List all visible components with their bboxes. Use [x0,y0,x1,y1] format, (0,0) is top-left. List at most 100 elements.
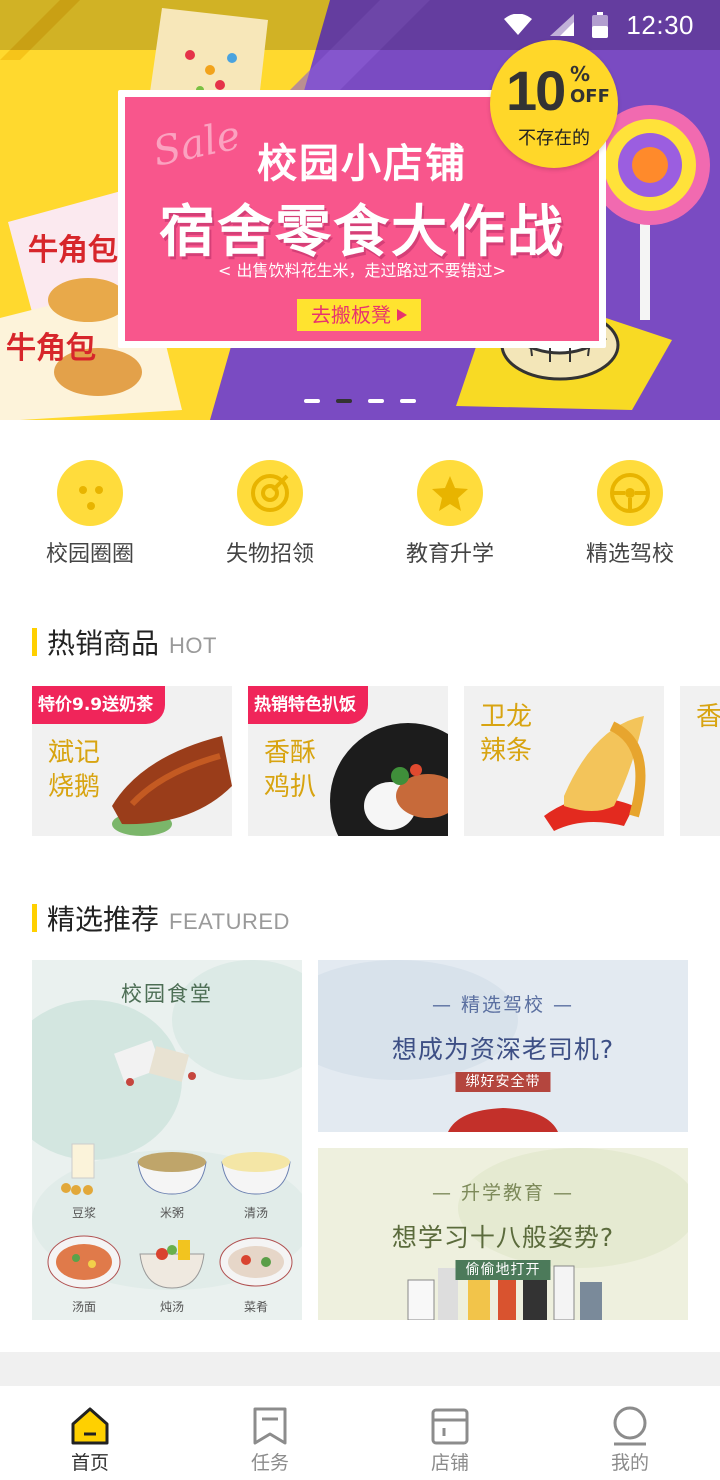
food-item: 清汤 [216,1138,296,1221]
quick-nav-label: 精选驾校 [585,542,674,567]
food-item: 豆浆 [44,1138,124,1221]
promo-cta-label: 去搬板凳 [311,303,391,327]
discount-percent: % [570,62,591,86]
carousel-indicator[interactable] [304,399,416,403]
quick-nav-campus-circle[interactable]: 校园圈圈 [20,460,160,568]
tab-label: 我的 [610,1452,649,1474]
tab-label: 首页 [70,1452,109,1474]
food-label: 汤面 [71,1300,96,1314]
promo-tag: 热销特色扒饭 [248,686,368,724]
food-label: 豆浆 [71,1206,96,1220]
education-star-icon [417,460,483,526]
card-title: 想成为资深老司机? [391,1035,615,1064]
quick-nav-driving-school[interactable]: 精选驾校 [560,460,700,568]
hot-product-card[interactable]: 热销特色扒饭 香酥鸡扒 [248,686,448,836]
card-kicker: — 升学教育 — [431,1182,575,1204]
food-label: 清汤 [243,1206,268,1220]
tab-label: 店铺 [430,1452,469,1474]
featured-section-subtitle: FEATURED [169,909,290,934]
lost-found-icon [237,460,303,526]
bottom-divider [0,1352,720,1386]
roast-goose-image [112,736,232,836]
carousel-dot[interactable] [400,399,416,403]
product-name: 斌记烧鹅 [48,738,101,802]
home-icon [71,1407,109,1445]
hot-product-card[interactable]: 特价9.9送奶茶 斌记烧鹅 [32,686,232,836]
hot-section-subtitle: HOT [169,633,217,658]
promo-banner[interactable]: 牛角包 牛角包 12:30 Sale 校园小店铺 宿舍零食大作战 < 出售饮料花… [0,0,720,420]
food-label: 炖汤 [159,1300,184,1314]
promo-subtitle: < 出售饮料花生米，走过路过不要错过> [218,261,506,280]
tab-label: 任务 [250,1452,289,1474]
campus-circle-icon [57,460,123,526]
canteen-card[interactable]: 校园食堂 豆浆 米粥 清汤 汤面 炖汤 菜肴 [32,960,302,1320]
hot-section-title: 热销商品 [47,627,160,660]
bookmark-icon [253,1407,287,1445]
carousel-dot[interactable] [304,399,320,403]
quick-nav-label: 校园圈圈 [45,542,134,567]
play-arrow-icon [397,309,407,321]
discount-number: 10 [506,59,566,122]
clear-soup-image [221,1152,291,1195]
hot-product-card[interactable]: 卫龙辣条 [464,686,664,836]
food-item: 汤面 [44,1232,124,1315]
signal-icon [550,14,575,36]
food-item: 菜肴 [216,1232,296,1315]
card-action-button[interactable]: 偷偷地打开 [455,1260,551,1280]
stew-soup-image [139,1240,205,1289]
quick-nav-label: 失物招领 [225,542,314,567]
food-item: 米粥 [132,1138,212,1221]
featured-section-header: 精选推荐 FEATURED [32,898,290,938]
tab-home[interactable]: 首页 [0,1386,180,1480]
bottom-tab-bar: 首页 任务 店铺 我的 [0,1386,720,1480]
dishes-image [219,1237,293,1287]
hot-section-header: 热销商品 HOT [32,622,217,662]
tab-profile[interactable]: 我的 [540,1386,720,1480]
store-icon [431,1408,469,1445]
status-bar: 12:30 [0,0,720,50]
food-label: 菜肴 [243,1300,268,1314]
tab-tasks[interactable]: 任务 [180,1386,360,1480]
card-action-button[interactable]: 绑好安全带 [455,1072,551,1092]
svg-text:牛角包: 牛角包 [6,331,96,366]
section-accent-bar [32,628,37,656]
carousel-dot-active[interactable] [336,399,352,403]
quick-nav: 校园圈圈 失物招领 教育升学 精选驾校 [0,460,720,570]
soy-milk-image [61,1143,95,1195]
food-label: 米粥 [159,1206,184,1220]
congee-image [137,1152,207,1195]
discount-badge: 10 % OFF 不存在的 [490,40,618,168]
spicy-strip-image [544,716,646,831]
hot-products-carousel[interactable]: 特价9.9送奶茶 斌记烧鹅 热销特色扒饭 香酥鸡扒 卫龙辣条 香子 [32,686,720,836]
profile-icon [613,1406,647,1446]
product-name: 香子 [696,702,720,732]
card-title: 想学习十八般姿势? [391,1223,615,1252]
svg-text:牛角包: 牛角包 [28,233,118,268]
carousel-dot[interactable] [368,399,384,403]
food-item: 炖汤 [132,1232,212,1315]
promo-headline: 宿舍零食大作战 [159,200,565,265]
promo-cta-button[interactable]: 去搬板凳 [297,299,421,331]
featured-section-title: 精选推荐 [47,903,160,936]
battery-icon [592,12,609,38]
steering-wheel-icon [597,460,663,526]
section-accent-bar [32,904,37,932]
tab-store[interactable]: 店铺 [360,1386,540,1480]
driving-school-card[interactable]: — 精选驾校 — 想成为资深老司机? 绑好安全带 [318,960,688,1132]
card-kicker: — 精选驾校 — [431,994,575,1016]
discount-note: 不存在的 [518,128,590,149]
promo-tag: 特价9.9送奶茶 [32,686,166,724]
wifi-icon [504,14,533,35]
noodle-soup-image [47,1235,121,1289]
education-card[interactable]: — 升学教育 — 想学习十八般姿势? 偷偷地打开 [318,1148,688,1320]
quick-nav-label: 教育升学 [405,542,494,567]
quick-nav-lost-found[interactable]: 失物招领 [200,460,340,568]
product-name: 卫龙辣条 [480,702,533,766]
product-name: 香酥鸡扒 [264,738,317,802]
chicken-rice-image [330,723,448,836]
quick-nav-education[interactable]: 教育升学 [380,460,520,568]
canteen-title: 校园食堂 [121,982,213,1006]
clock-time: 12:30 [626,9,694,40]
hot-product-card[interactable]: 香子 [680,686,720,836]
discount-off: OFF [570,86,610,107]
